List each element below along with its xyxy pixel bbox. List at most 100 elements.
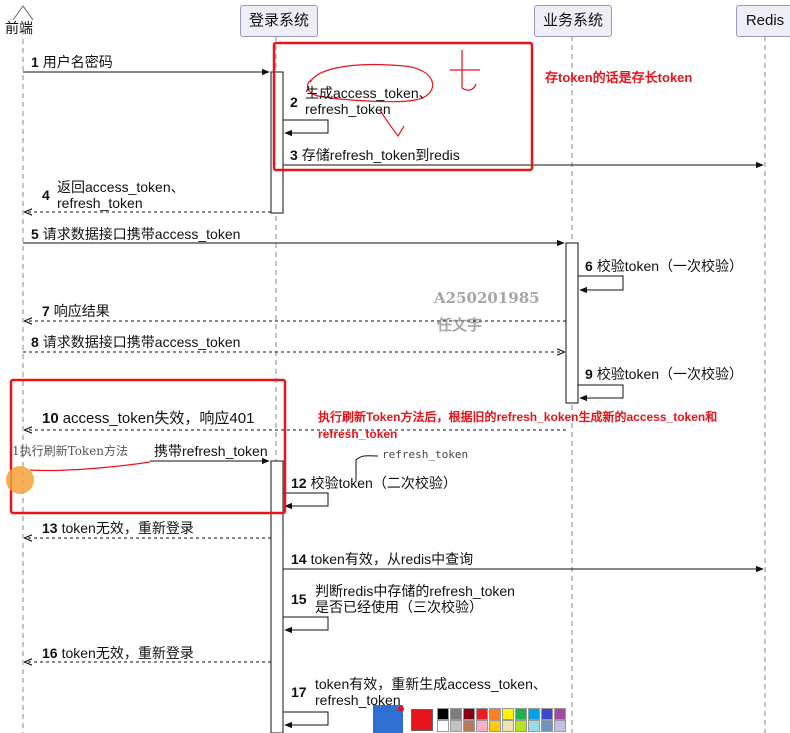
participant-login: 登录系统 [240, 5, 318, 37]
msg-16-num: 16 [42, 645, 58, 661]
msg-1-label: 1 用户名密码 [31, 54, 113, 70]
actor-icon [12, 5, 34, 21]
activation-login-2 [270, 460, 284, 733]
msg-4-text-line2: refresh_token [57, 195, 143, 211]
msg-17-num: 17 [291, 684, 307, 700]
watermark-name: 任文宇 [437, 316, 483, 334]
msg-8-text: 请求数据接口携带access_token [42, 334, 241, 350]
palette-swatch[interactable] [437, 720, 449, 732]
msg-1-num: 1 [31, 54, 39, 70]
msg-5-num: 5 [31, 226, 39, 242]
palette-swatch[interactable] [515, 708, 527, 720]
palette-swatch[interactable] [450, 720, 462, 732]
activation-business-1 [565, 242, 579, 404]
palette-swatch[interactable] [463, 720, 475, 732]
palette-swatch[interactable] [528, 708, 540, 720]
palette-swatch[interactable] [450, 708, 462, 720]
msg-4-text-line1: 返回access_token、 [57, 179, 185, 195]
palette-swatch[interactable] [554, 708, 566, 720]
msg-9-num: 9 [585, 366, 593, 382]
msg-10-num: 10 [42, 410, 59, 427]
msg-14-num: 14 [291, 551, 307, 567]
scribble-line [29, 461, 151, 472]
color-palette[interactable] [437, 708, 573, 732]
msg-6-arrow [578, 275, 624, 294]
msg-14-label: 14 token有效，从redis中查询 [291, 551, 473, 567]
note-store-long-token: 存token的话是存长token [545, 70, 693, 85]
palette-swatch[interactable] [489, 708, 501, 720]
msg-13-num: 13 [42, 520, 58, 536]
msg-2-text-line2: refresh_token [305, 101, 391, 117]
msg-13-label: 13 token无效，重新登录 [42, 520, 194, 536]
palette-swatch[interactable] [437, 708, 449, 720]
palette-swatch[interactable] [541, 708, 553, 720]
toolbar-dot-icon [398, 706, 404, 712]
handwritten-refresh-method: 1执行刷新Token方法 [12, 444, 129, 458]
palette-swatch[interactable] [528, 720, 540, 732]
handwritten-refresh-token: refresh_token [382, 448, 469, 461]
msg-17-arrow [283, 711, 329, 729]
msg-15-arrow [283, 616, 329, 634]
msg-8-num: 8 [31, 334, 39, 350]
cursor-highlight [6, 466, 34, 494]
msg-9-text: 校验token（一次校验） [596, 366, 744, 382]
msg-12-label: 12 校验token（二次校验） [291, 475, 457, 491]
msg-15-text-line2: 是否已经使用（三次校验） [315, 599, 483, 615]
msg-6-label: 6 校验token（一次校验） [585, 258, 743, 274]
msg-2-num: 2 [290, 94, 298, 110]
palette-swatch[interactable] [502, 720, 514, 732]
msg-12-arrow [283, 492, 329, 510]
msg-1-text: 用户名密码 [42, 54, 113, 70]
msg-7-text: 响应结果 [53, 303, 110, 319]
msg-12-text: 校验token（二次校验） [310, 475, 457, 491]
participant-frontend: 前端 [5, 20, 33, 36]
msg-7-label: 7 响应结果 [42, 303, 110, 319]
drawing-toolbar[interactable] [373, 705, 573, 733]
msg-5-text: 请求数据接口携带access_token [42, 226, 241, 242]
sequence-diagram: 登录系统 业务系统 Redis 前端 1 用户名密码 2 生成access_tok… [0, 0, 790, 733]
palette-swatch[interactable] [476, 720, 488, 732]
msg-6-num: 6 [585, 258, 593, 274]
msg-11-text: 携带refresh_token [154, 443, 268, 459]
msg-15-text-line1: 判断redis中存储的refresh_token [315, 583, 515, 599]
msg-4-num: 4 [42, 187, 50, 203]
participant-business: 业务系统 [534, 5, 612, 37]
msg-9-arrow [578, 384, 624, 402]
msg-2-text-line1: 生成access_token、 [305, 85, 433, 101]
palette-swatch[interactable] [515, 720, 527, 732]
msg-12-num: 12 [291, 475, 307, 491]
msg-5-label: 5 请求数据接口携带access_token [31, 226, 240, 242]
palette-swatch[interactable] [463, 708, 475, 720]
msg-10-label: 10 access_token失效，响应401 [42, 411, 254, 427]
msg-17-text: token有效，重新生成access_token、 refresh_token [315, 676, 547, 708]
msg-16-text: token无效，重新登录 [61, 645, 194, 661]
msg-17-text-line1: token有效，重新生成access_token、 [315, 676, 547, 692]
note-refresh-line2: refresh_token [318, 427, 398, 441]
participant-redis: Redis [736, 5, 790, 37]
msg-13-text: token无效，重新登录 [61, 520, 194, 536]
palette-swatch[interactable] [489, 720, 501, 732]
msg-9-label: 9 校验token（一次校验） [585, 366, 743, 382]
msg-15-text: 判断redis中存储的refresh_token 是否已经使用（三次校验） [315, 583, 515, 615]
msg-16-label: 16 token无效，重新登录 [42, 645, 194, 661]
msg-15-num: 15 [291, 591, 307, 607]
selected-color-swatch[interactable] [411, 709, 433, 731]
msg-3-num: 3 [290, 147, 298, 163]
palette-swatch[interactable] [502, 708, 514, 720]
note-refresh-line1: 执行刷新Token方法后，根据旧的refresh_koken生成新的access… [318, 410, 718, 424]
msg-10-text: access_token失效，响应401 [62, 410, 255, 427]
msg-2-arrow [283, 119, 329, 137]
palette-swatch[interactable] [476, 708, 488, 720]
scribble-mark [450, 50, 480, 91]
watermark-id: A250201985 [434, 289, 540, 307]
msg-2-text: 生成access_token、 refresh_token [305, 85, 433, 117]
msg-3-text: 存储refresh_token到redis [301, 147, 460, 163]
msg-14-text: token有效，从redis中查询 [310, 551, 474, 567]
msg-3-label: 3 存储refresh_token到redis [290, 147, 460, 163]
msg-7-num: 7 [42, 303, 50, 319]
palette-swatch[interactable] [541, 720, 553, 732]
msg-6-text: 校验token（一次校验） [596, 258, 744, 274]
msg-4-text: 返回access_token、 refresh_token [57, 179, 185, 211]
msg-8-label: 8 请求数据接口携带access_token [31, 334, 240, 350]
palette-swatch[interactable] [554, 720, 566, 732]
